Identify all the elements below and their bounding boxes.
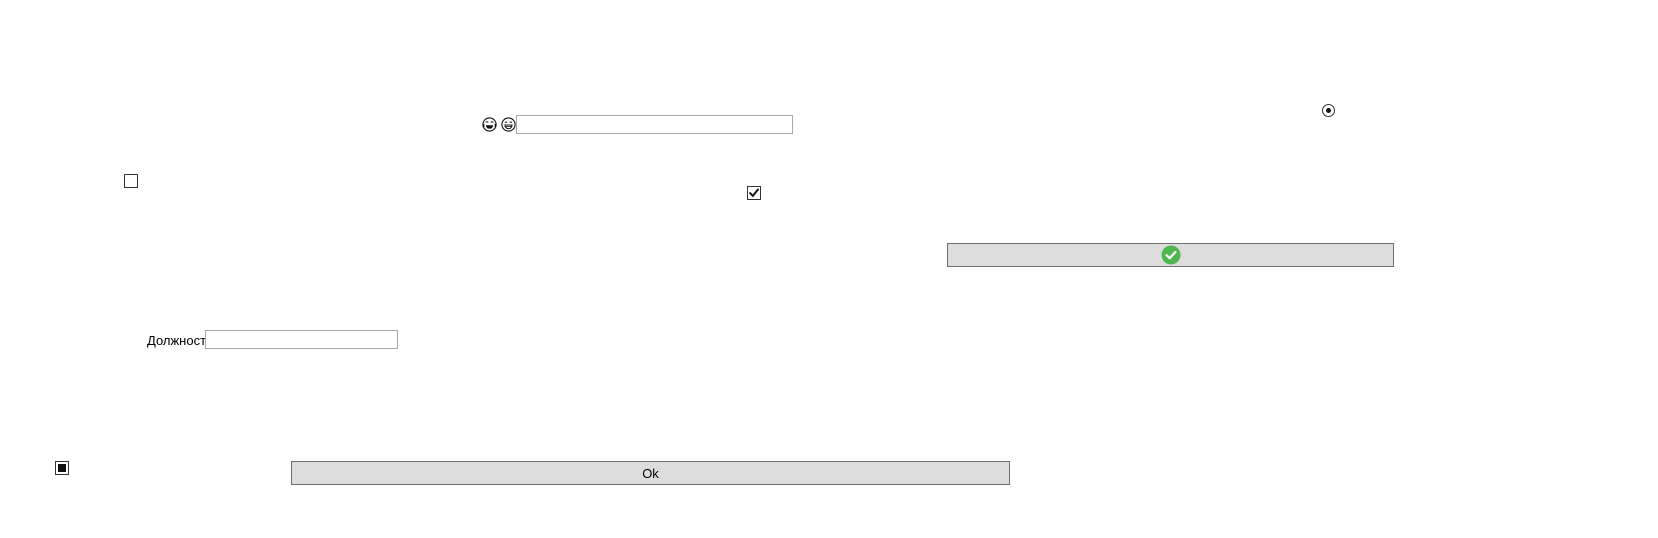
grinning-face-icon	[501, 117, 516, 132]
checkbox-unchecked[interactable]	[124, 174, 138, 188]
checkbox-checked[interactable]	[747, 186, 761, 200]
ok-button[interactable]: Ok	[291, 461, 1010, 485]
position-label: Должность	[147, 333, 213, 348]
confirm-button[interactable]	[947, 243, 1394, 267]
position-input[interactable]	[205, 330, 398, 349]
emoji-text-input[interactable]	[516, 115, 793, 134]
radio-selected-dot	[1326, 108, 1331, 113]
checkbox-indeterminate[interactable]	[55, 461, 69, 475]
ok-button-label: Ok	[642, 465, 659, 481]
laughing-tears-face-icon	[482, 117, 497, 132]
checkmark-icon	[748, 188, 760, 198]
green-check-circle-icon	[1161, 245, 1181, 265]
indeterminate-mark	[58, 464, 66, 472]
radio-button[interactable]	[1322, 104, 1335, 117]
